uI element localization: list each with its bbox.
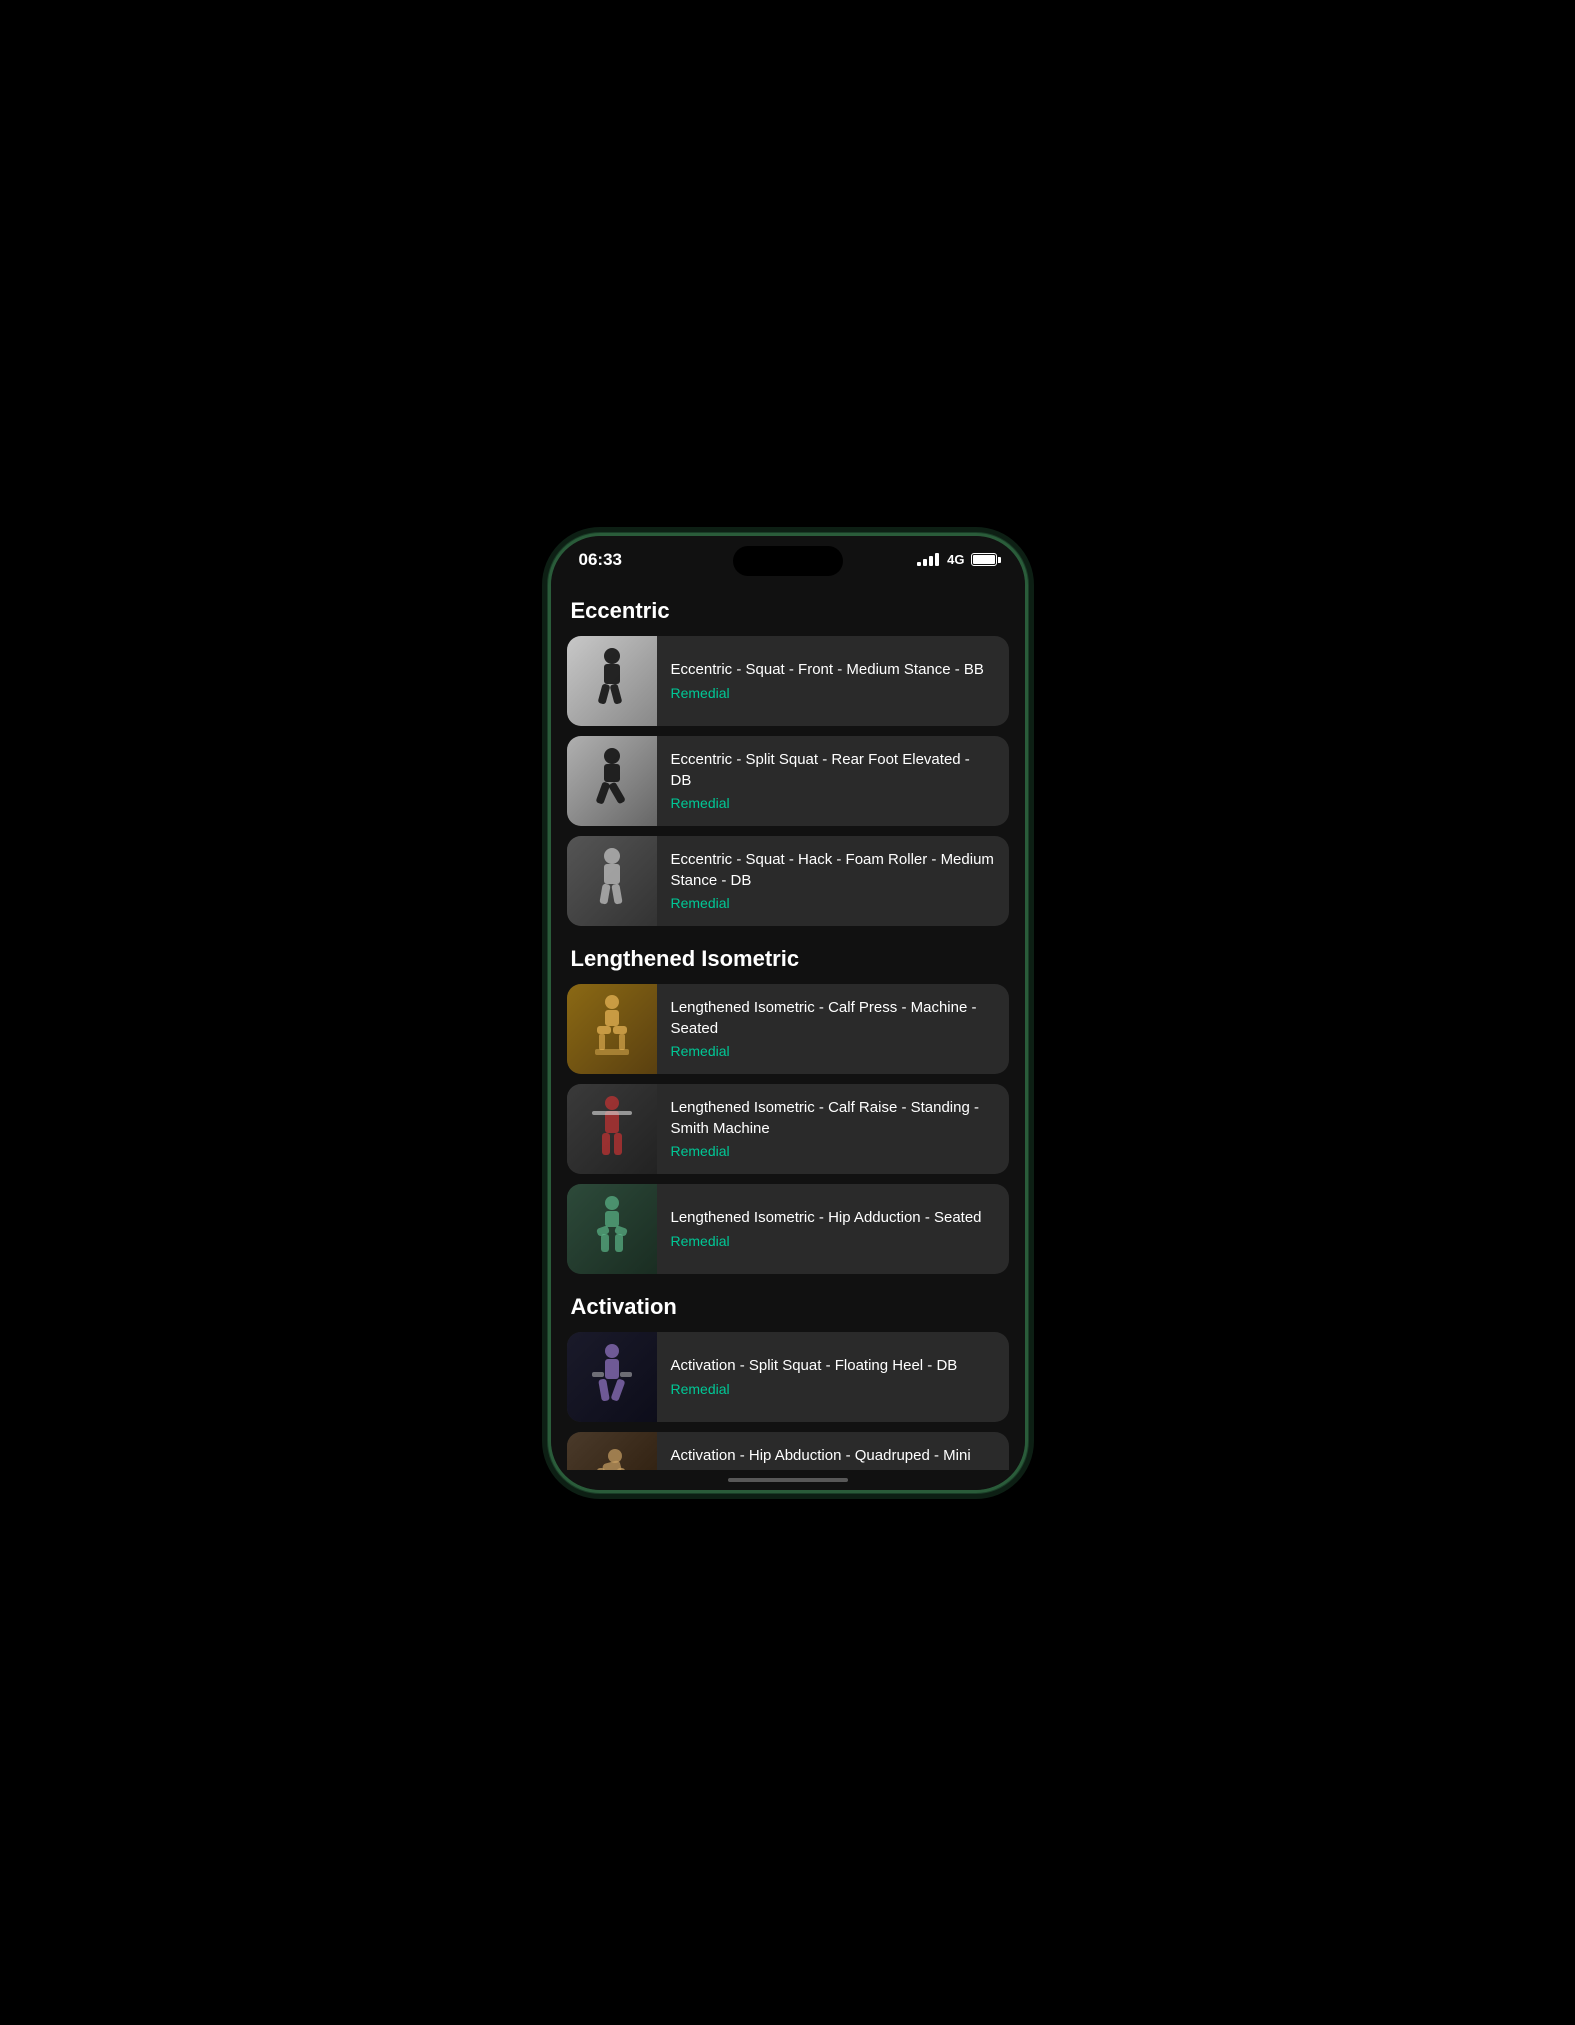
signal-bar-4 <box>935 553 939 566</box>
exercise-info-e2: Eccentric - Split Squat - Rear Foot Elev… <box>657 738 1009 823</box>
section-header-li: Lengthened Isometric <box>571 946 1005 972</box>
thumbnail-image-e3 <box>587 846 637 916</box>
thumbnail-image-li1 <box>587 994 637 1064</box>
phone-frame: 06:33 4G Eccentric <box>548 533 1028 1493</box>
battery-icon <box>971 553 997 566</box>
exercise-card-e2[interactable]: Eccentric - Split Squat - Rear Foot Elev… <box>567 736 1009 826</box>
screen-content[interactable]: Eccentric Eccentric - Squat - Front - Me… <box>551 578 1025 1470</box>
exercise-card-e3[interactable]: Eccentric - Squat - Hack - Foam Roller -… <box>567 836 1009 926</box>
phone-screen: 06:33 4G Eccentric <box>551 536 1025 1490</box>
thumbnail-image-e2 <box>587 746 637 816</box>
exercise-info-e1: Eccentric - Squat - Front - Medium Stanc… <box>657 648 1009 712</box>
exercise-name-li1: Lengthened Isometric - Calf Press - Mach… <box>671 998 995 1039</box>
exercise-tag-li1: Remedial <box>671 1043 995 1059</box>
exercise-info-a2: Activation - Hip Abduction - Quadruped -… <box>657 1434 1009 1469</box>
exercise-name-e2: Eccentric - Split Squat - Rear Foot Elev… <box>671 750 995 791</box>
exercise-thumbnail-e2 <box>567 736 657 826</box>
exercise-card-e1[interactable]: Eccentric - Squat - Front - Medium Stanc… <box>567 636 1009 726</box>
exercise-name-e3: Eccentric - Squat - Hack - Foam Roller -… <box>671 850 995 891</box>
thumbnail-image-li2 <box>587 1094 637 1164</box>
thumbnail-image-a1 <box>587 1342 637 1412</box>
exercise-card-a1[interactable]: Activation - Split Squat - Floating Heel… <box>567 1332 1009 1422</box>
exercise-tag-li2: Remedial <box>671 1143 995 1159</box>
volume-down-button[interactable] <box>548 816 550 872</box>
exercise-name-e1: Eccentric - Squat - Front - Medium Stanc… <box>671 660 995 680</box>
signal-bar-1 <box>917 562 921 566</box>
signal-bar-2 <box>923 559 927 566</box>
exercise-tag-li3: Remedial <box>671 1233 995 1249</box>
exercise-info-e3: Eccentric - Squat - Hack - Foam Roller -… <box>657 838 1009 923</box>
signal-bars <box>917 553 939 566</box>
exercise-thumbnail-e1 <box>567 636 657 726</box>
exercise-card-li2[interactable]: Lengthened Isometric - Calf Raise - Stan… <box>567 1084 1009 1174</box>
exercise-thumbnail-a2 <box>567 1432 657 1470</box>
thumbnail-image-li3 <box>587 1194 637 1264</box>
mute-button[interactable] <box>548 696 550 728</box>
exercise-thumbnail-e3 <box>567 836 657 926</box>
battery-fill <box>973 555 995 564</box>
exercise-name-a1: Activation - Split Squat - Floating Heel… <box>671 1356 995 1376</box>
dynamic-island <box>733 546 843 576</box>
exercise-name-li3: Lengthened Isometric - Hip Adduction - S… <box>671 1208 995 1228</box>
exercise-tag-e2: Remedial <box>671 795 995 811</box>
volume-up-button[interactable] <box>548 746 550 802</box>
exercise-thumbnail-li1 <box>567 984 657 1074</box>
thumbnail-image-e1 <box>587 646 637 716</box>
exercise-name-a2: Activation - Hip Abduction - Quadruped -… <box>671 1446 995 1469</box>
exercise-thumbnail-a1 <box>567 1332 657 1422</box>
exercise-thumbnail-li2 <box>567 1084 657 1174</box>
exercise-info-li3: Lengthened Isometric - Hip Adduction - S… <box>657 1196 1009 1260</box>
signal-bar-3 <box>929 556 933 566</box>
home-bar <box>728 1478 848 1482</box>
exercise-tag-e1: Remedial <box>671 685 995 701</box>
exercise-name-li2: Lengthened Isometric - Calf Raise - Stan… <box>671 1098 995 1139</box>
thumbnail-image-a2 <box>587 1442 637 1470</box>
section-header-activation: Activation <box>571 1294 1005 1320</box>
exercise-tag-a1: Remedial <box>671 1381 995 1397</box>
signal-4g-label: 4G <box>947 552 964 567</box>
exercise-card-li1[interactable]: Lengthened Isometric - Calf Press - Mach… <box>567 984 1009 1074</box>
exercise-info-li2: Lengthened Isometric - Calf Raise - Stan… <box>657 1086 1009 1171</box>
home-indicator <box>551 1470 1025 1490</box>
exercise-info-li1: Lengthened Isometric - Calf Press - Mach… <box>657 986 1009 1071</box>
exercise-thumbnail-li3 <box>567 1184 657 1274</box>
power-button[interactable] <box>1026 756 1028 836</box>
exercise-card-a2[interactable]: Activation - Hip Abduction - Quadruped -… <box>567 1432 1009 1470</box>
section-header-eccentric: Eccentric <box>571 598 1005 624</box>
status-icons: 4G <box>917 552 996 567</box>
exercise-tag-e3: Remedial <box>671 895 995 911</box>
status-time: 06:33 <box>579 550 622 570</box>
exercise-info-a1: Activation - Split Squat - Floating Heel… <box>657 1344 1009 1408</box>
exercise-card-li3[interactable]: Lengthened Isometric - Hip Adduction - S… <box>567 1184 1009 1274</box>
